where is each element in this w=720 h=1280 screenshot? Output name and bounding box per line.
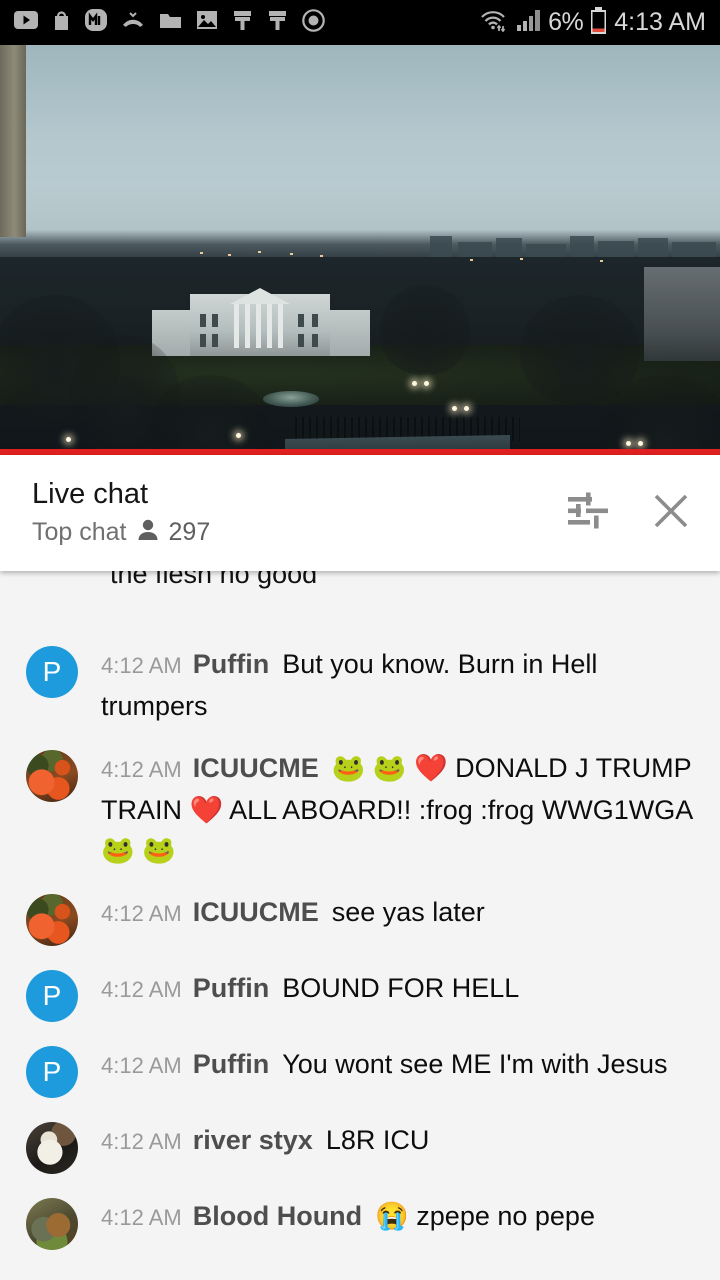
- message-text: see yas later: [331, 897, 485, 927]
- page-title: Live chat: [32, 478, 149, 511]
- street-light: [236, 433, 241, 438]
- chat-message-row[interactable]: P 4:12 AM Puffin You wont see ME I'm with J…: [0, 1033, 720, 1109]
- message-text: You wont see ME I'm with Jesus: [282, 1049, 668, 1079]
- image-icon: [196, 10, 218, 35]
- street-light: [412, 381, 417, 386]
- record-target-icon: [302, 8, 325, 37]
- message-text: 😭 zpepe no pepe: [375, 1201, 595, 1231]
- avatar[interactable]: [26, 1122, 78, 1174]
- chat-message-body: 4:12 AM Puffin BOUND FOR HELL: [78, 968, 698, 1010]
- street-light: [626, 441, 631, 446]
- city-light: [470, 259, 473, 261]
- city-light: [600, 260, 603, 262]
- tree: [380, 285, 470, 375]
- chat-message-row[interactable]: 4:12 AM river styx L8R ICU: [0, 1109, 720, 1185]
- message-author[interactable]: Blood Hound: [193, 1201, 362, 1231]
- gmail-icon: [85, 9, 107, 36]
- street-light: [464, 406, 469, 411]
- street-light: [424, 381, 429, 386]
- chat-message-body: 4:12 AM ICUUCME 🐸 🐸 ❤️ DONALD J TRUMP TRAI…: [78, 748, 698, 870]
- chat-message-list: P 4:12 AM Puffin But you know. Burn in Hell…: [0, 633, 720, 1261]
- viewer-count: 297: [168, 517, 211, 546]
- city-light: [290, 253, 293, 255]
- video-player[interactable]: [0, 45, 720, 455]
- missed-call-icon: [121, 11, 145, 34]
- avatar-initial: P: [42, 1056, 62, 1087]
- message-text: L8R ICU: [325, 1125, 430, 1155]
- message-timestamp: 4:12 AM: [101, 1053, 182, 1078]
- chat-message-body: 4:12 AM ICUUCME see yas later: [78, 892, 698, 934]
- status-bar-system-icons: 6% 4:13 AM: [480, 6, 706, 39]
- avatar[interactable]: P: [26, 646, 78, 698]
- street-light: [66, 437, 71, 442]
- status-bar-clock: 4:13 AM: [614, 8, 706, 36]
- youtube-icon: [14, 11, 38, 34]
- message-text: 🐸 🐸 ❤️ DONALD J TRUMP TRAIN ❤️ ALL ABOAR…: [101, 753, 692, 865]
- city-light: [258, 251, 261, 253]
- message-author[interactable]: Puffin: [193, 649, 269, 679]
- eisenhower-building: [644, 267, 720, 361]
- avatar-initial: P: [42, 656, 62, 687]
- avatar[interactable]: P: [26, 970, 78, 1022]
- chat-header-text-group: Live chat Top chat 297: [32, 478, 566, 547]
- chat-message-row[interactable]: 4:12 AM ICUUCME see yas later: [0, 881, 720, 957]
- person-icon: [137, 518, 159, 546]
- message-author[interactable]: ICUUCME: [193, 753, 319, 783]
- chat-header-actions: [566, 490, 698, 537]
- message-author[interactable]: Puffin: [193, 973, 269, 1003]
- chat-message-row[interactable]: P 4:12 AM Puffin But you know. Burn in Hell…: [0, 633, 720, 737]
- status-bar: 6% 4:13 AM: [0, 0, 720, 45]
- clipped-message-partial: the flesh no good: [110, 571, 318, 589]
- washington-monument: [0, 45, 26, 237]
- cell-signal-icon: [517, 9, 541, 36]
- chat-subtitle-row: Top chat 297: [32, 518, 566, 547]
- avatar[interactable]: [26, 1198, 78, 1250]
- chat-message-body: 4:12 AM Puffin You wont see ME I'm with Je…: [78, 1044, 698, 1086]
- folder-icon: [159, 11, 182, 35]
- white-house-building: [152, 288, 370, 356]
- message-author[interactable]: ICUUCME: [193, 897, 319, 927]
- message-text: BOUND FOR HELL: [282, 973, 520, 1003]
- message-timestamp: 4:12 AM: [101, 653, 182, 678]
- chat-message-list-container[interactable]: the flesh no good P 4:12 AM Puffin But you …: [0, 571, 720, 1280]
- shopping-bag-icon: [52, 9, 71, 36]
- message-author[interactable]: river styx: [193, 1125, 313, 1155]
- fountain: [263, 391, 319, 407]
- chat-message-row[interactable]: 4:12 AM Blood Hound 😭 zpepe no pepe: [0, 1185, 720, 1261]
- wifi-icon: [480, 9, 510, 37]
- tune-sliders-icon[interactable]: [566, 491, 610, 536]
- message-timestamp: 4:12 AM: [101, 1129, 182, 1154]
- city-light: [520, 258, 523, 260]
- battery-percent-label: 6%: [548, 8, 584, 36]
- avatar[interactable]: [26, 894, 78, 946]
- live-chat-header: Live chat Top chat 297: [0, 455, 720, 571]
- avatar[interactable]: P: [26, 1046, 78, 1098]
- city-light: [228, 254, 231, 256]
- download-icon: [232, 10, 253, 36]
- chat-message-body: 4:12 AM river styx L8R ICU: [78, 1120, 698, 1162]
- close-x-icon[interactable]: [650, 490, 692, 537]
- avatar-initial: P: [42, 980, 62, 1011]
- city-light: [200, 252, 203, 254]
- city-light: [320, 255, 323, 257]
- download-icon-2: [267, 10, 288, 36]
- message-timestamp: 4:12 AM: [101, 757, 182, 782]
- street-light: [452, 406, 457, 411]
- message-timestamp: 4:12 AM: [101, 977, 182, 1002]
- avatar[interactable]: [26, 750, 78, 802]
- chat-message-row[interactable]: 4:12 AM ICUUCME 🐸 🐸 ❤️ DONALD J TRUMP TRAI…: [0, 737, 720, 881]
- status-bar-notification-icons: [14, 8, 480, 37]
- chat-message-body: 4:12 AM Puffin But you know. Burn in Hell …: [78, 644, 698, 726]
- chat-message-row[interactable]: P 4:12 AM Puffin BOUND FOR HELL: [0, 957, 720, 1033]
- battery-icon: [590, 6, 607, 39]
- chat-message-body: 4:12 AM Blood Hound 😭 zpepe no pepe: [78, 1196, 698, 1238]
- chat-mode-label[interactable]: Top chat: [32, 518, 127, 547]
- street-light: [638, 441, 643, 446]
- message-author[interactable]: Puffin: [193, 1049, 269, 1079]
- message-timestamp: 4:12 AM: [101, 1205, 182, 1230]
- message-timestamp: 4:12 AM: [101, 901, 182, 926]
